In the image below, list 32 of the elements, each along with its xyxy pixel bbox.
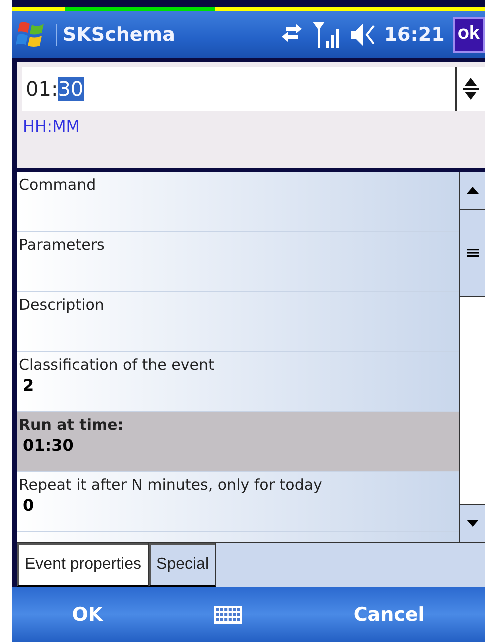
scroll-down-button[interactable]	[460, 504, 485, 542]
down-triangle-icon	[466, 520, 478, 527]
property-label: Parameters	[19, 235, 106, 254]
property-label: Command	[19, 175, 98, 194]
time-input-field[interactable]: 01:30	[22, 67, 485, 111]
property-row[interactable]: Parameters	[17, 232, 459, 292]
property-value: 01:30	[22, 435, 75, 455]
property-row[interactable]: Command	[17, 172, 459, 232]
property-row[interactable]: Classification of the event 2	[17, 352, 459, 412]
scroll-thumb[interactable]	[460, 210, 485, 297]
tab[interactable]: Event properties	[17, 543, 149, 587]
format-hint: HH:MM	[23, 117, 82, 136]
clock-time: 16:21	[384, 24, 445, 46]
ok-button[interactable]: ok	[452, 16, 485, 52]
scroll-up-button[interactable]	[460, 172, 485, 210]
property-row[interactable]: Description	[17, 292, 459, 352]
property-label: Description	[19, 295, 106, 314]
property-value: 2	[22, 375, 36, 395]
cancel-softkey[interactable]: Cancel	[344, 600, 435, 630]
up-triangle-icon	[466, 187, 478, 194]
property-row[interactable]: Run at time: 01:30	[17, 412, 459, 472]
app-title: SKSchema	[56, 24, 272, 46]
grip-lines-icon	[466, 249, 478, 257]
property-label: Repeat it after N minutes, only for today	[19, 475, 324, 494]
property-label: Classification of the event	[19, 355, 216, 374]
property-label: Run at time:	[19, 415, 125, 434]
tab[interactable]: Special	[148, 543, 216, 587]
property-row[interactable]: Repeat it after N minutes, only for today 0	[17, 472, 459, 532]
ok-softkey[interactable]: OK	[62, 600, 114, 630]
keyboard-icon[interactable]	[213, 604, 244, 624]
speaker-icon	[350, 22, 376, 46]
property-value: 0	[22, 495, 36, 515]
